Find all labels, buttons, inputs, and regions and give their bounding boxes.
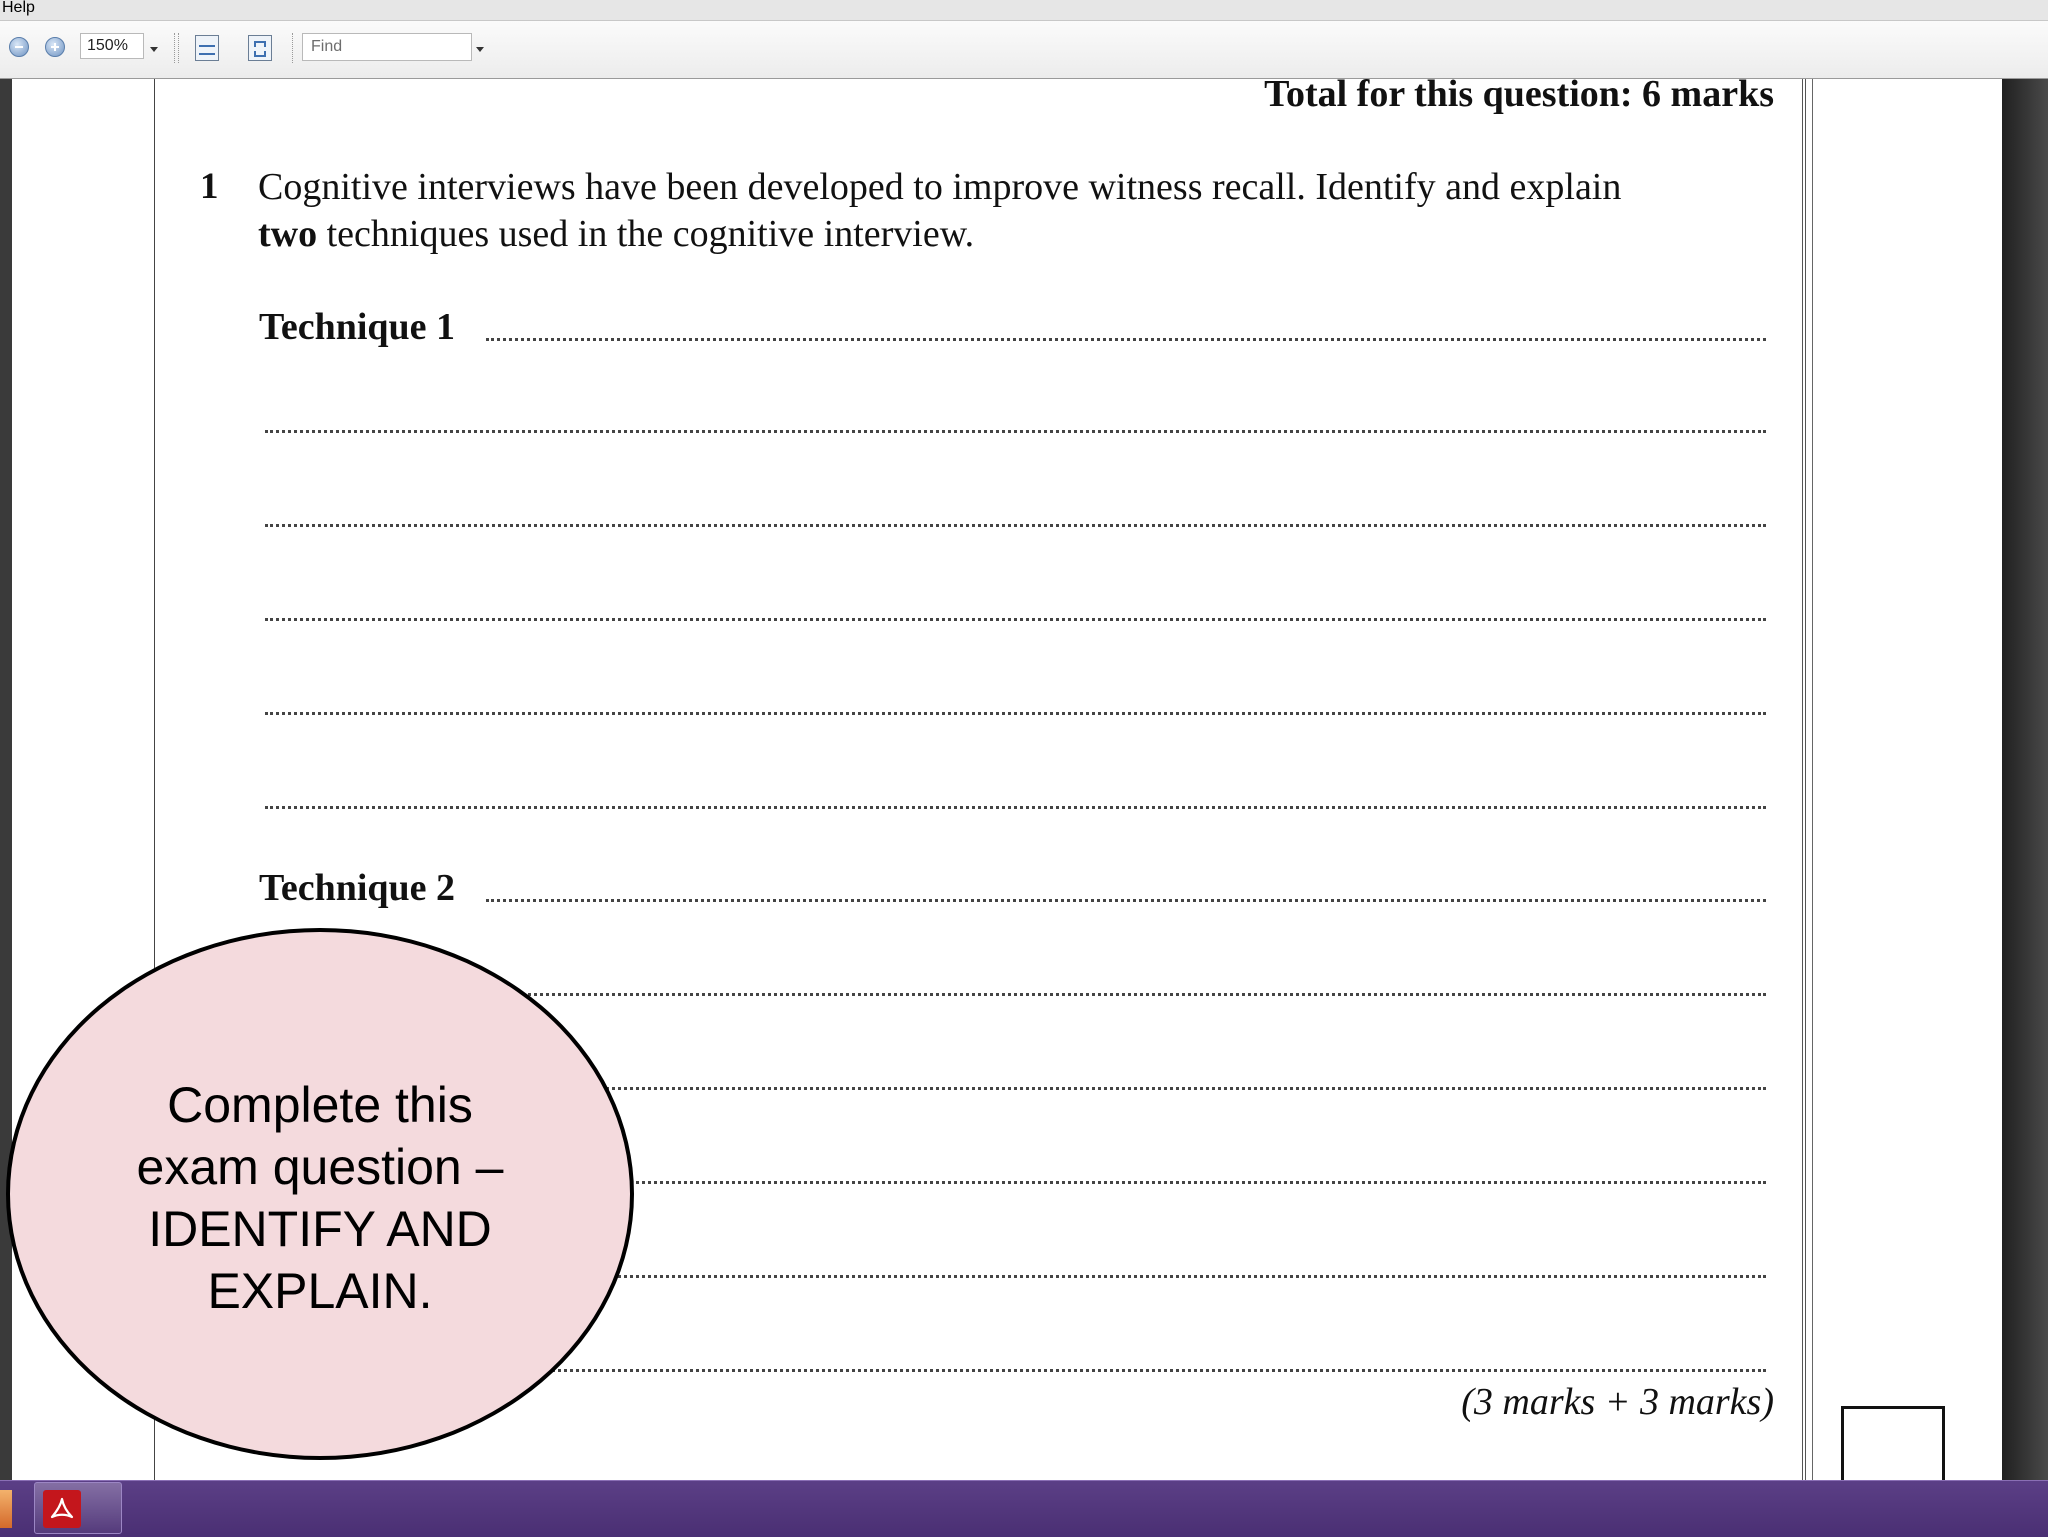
toolbar-separator — [178, 33, 180, 63]
find-dropdown-icon[interactable] — [476, 47, 484, 52]
zoom-dropdown-icon[interactable] — [150, 47, 158, 52]
total-marks-heading: Total for this question: 6 marks — [1264, 73, 1774, 115]
answer-line[interactable] — [486, 338, 1766, 341]
callout-text: Complete this exam question – IDENTIFY A… — [136, 1077, 504, 1319]
fit-width-icon[interactable] — [195, 35, 219, 61]
technique2-label: Technique 2 — [259, 867, 456, 909]
answer-line[interactable] — [265, 806, 1766, 809]
menu-bar: Help — [0, 0, 2048, 21]
toolbar: 150% Find — [0, 21, 2048, 79]
taskbar-app-icon[interactable] — [0, 1490, 12, 1528]
zoom-out-icon[interactable] — [9, 37, 29, 57]
toolbar-separator — [292, 33, 294, 63]
taskbar — [0, 1480, 2048, 1537]
zoom-level-input[interactable]: 150% — [80, 33, 144, 59]
zoom-in-icon[interactable] — [45, 37, 65, 57]
question-text-line2: two techniques used in the cognitive int… — [258, 212, 974, 256]
menu-help[interactable]: Help — [2, 0, 35, 18]
viewer-right-edge — [2002, 79, 2048, 1480]
toolbar-separator — [174, 33, 176, 63]
adobe-reader-icon[interactable] — [43, 1490, 81, 1528]
answer-line[interactable] — [265, 430, 1766, 433]
question-text-line1: Cognitive interviews have been developed… — [258, 166, 1622, 208]
marks-allocation: (3 marks + 3 marks) — [1461, 1381, 1774, 1423]
answer-line[interactable] — [265, 524, 1766, 527]
answer-line[interactable] — [265, 618, 1766, 621]
technique1-label: Technique 1 — [259, 306, 456, 348]
question-emphasis: two — [258, 213, 318, 255]
viewer-left-edge — [0, 79, 12, 1480]
answer-line[interactable] — [486, 899, 1766, 902]
page-margin-line — [1802, 79, 1806, 1480]
page-margin-line — [1812, 79, 1813, 1480]
fit-page-icon[interactable] — [248, 35, 272, 61]
question-number: 1 — [200, 166, 219, 207]
question-text-rest: techniques used in the cognitive intervi… — [317, 213, 975, 255]
answer-line[interactable] — [265, 712, 1766, 715]
find-input[interactable]: Find — [302, 33, 472, 61]
